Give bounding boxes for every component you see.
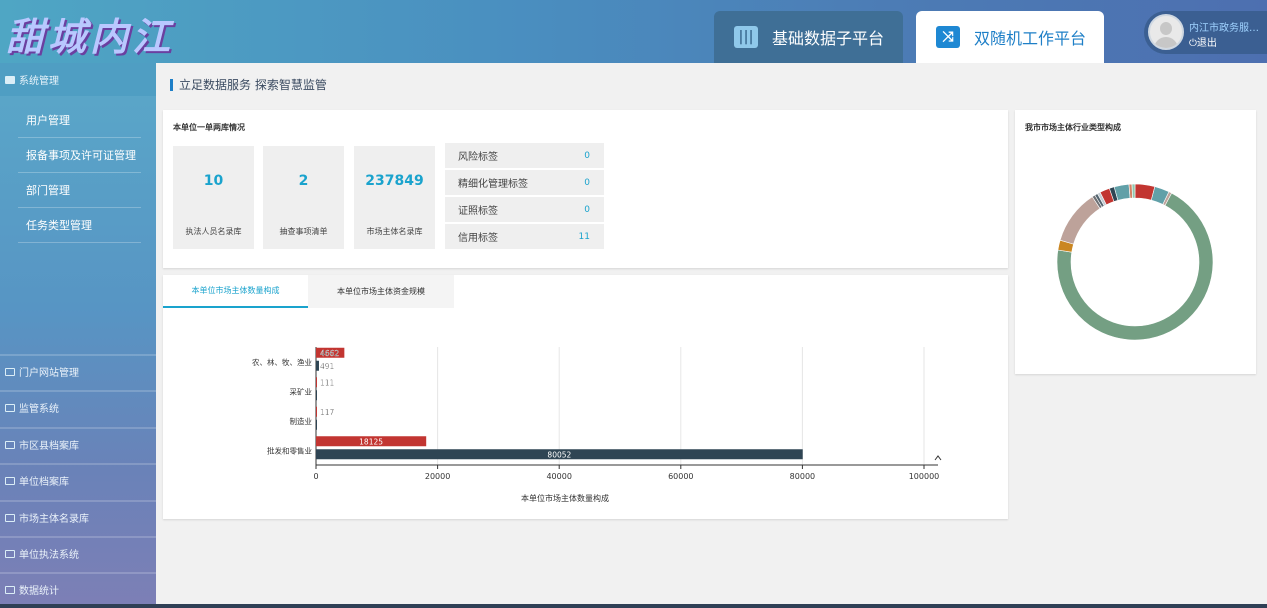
bar-label: 111 bbox=[320, 378, 335, 387]
stat-label: 抽查事项清单 bbox=[279, 227, 328, 236]
tag-name: 信用标签 bbox=[458, 233, 498, 244]
stat-card-inspection-items[interactable]: 2 抽查事项清单 bbox=[263, 146, 344, 249]
stat-value: 2 bbox=[298, 173, 309, 189]
sidebar-group-unit-archive[interactable]: 单位档案库 bbox=[0, 463, 156, 496]
bar bbox=[316, 377, 317, 388]
x-tick-label: 40000 bbox=[546, 472, 571, 481]
breadcrumb-marker bbox=[170, 78, 173, 91]
sidebar-item-departments[interactable]: 部门管理 bbox=[18, 173, 141, 208]
bar-label: 18125 bbox=[359, 437, 383, 446]
stat-card-market-entities[interactable]: 237849 市场主体名录库 bbox=[354, 146, 435, 249]
folder-open-icon bbox=[5, 75, 15, 84]
sidebar-group-supervision[interactable]: 监管系统 bbox=[0, 390, 156, 423]
folder-icon bbox=[5, 476, 15, 485]
bar-label: 4662 bbox=[320, 349, 339, 358]
bar bbox=[316, 360, 319, 371]
sidebar-item-permits[interactable]: 报备事项及许可证管理 bbox=[18, 138, 141, 173]
pie-slice bbox=[1059, 196, 1101, 245]
stat-card-enforcers[interactable]: 10 执法人员名录库 bbox=[173, 146, 254, 249]
folder-icon bbox=[5, 513, 15, 522]
sidebar-item-task-types[interactable]: 任务类型管理 bbox=[18, 208, 141, 243]
tag-row-risk[interactable]: 风险标签 0 bbox=[445, 143, 604, 168]
bar-label: 491 bbox=[320, 362, 335, 371]
stat-value: 10 bbox=[203, 173, 224, 189]
pie-slice bbox=[1131, 183, 1136, 199]
overview-title: 本单位一单两库情况 bbox=[173, 123, 245, 132]
overview-panel: 本单位一单两库情况 10 执法人员名录库 2 抽查事项清单 237849 市场主… bbox=[163, 110, 1008, 268]
x-tick-label: 100000 bbox=[909, 472, 940, 481]
tag-row-refined[interactable]: 精细化管理标签 0 bbox=[445, 170, 604, 195]
folder-icon bbox=[5, 367, 15, 376]
sidebar-group-market-registry[interactable]: 市场主体名录库 bbox=[0, 500, 156, 533]
y-category-label: 制造业 bbox=[290, 416, 313, 426]
tab-basic-data-platform[interactable]: ||| 基础数据子平台 bbox=[714, 11, 903, 63]
user-box: 内江市政务服务... ⏻退出 bbox=[1144, 11, 1267, 54]
x-tick-label: 20000 bbox=[425, 472, 450, 481]
logout-button[interactable]: ⏻退出 bbox=[1189, 34, 1217, 49]
y-category-label: 批发和零售业 bbox=[267, 445, 312, 455]
tag-value: 0 bbox=[584, 177, 590, 188]
bottom-bar bbox=[0, 604, 1267, 608]
axis-arrow bbox=[934, 455, 942, 461]
tab-double-random-platform[interactable]: ⤨ 双随机工作平台 bbox=[916, 11, 1104, 63]
breadcrumb: 立足数据服务 探索智慧监管 bbox=[170, 76, 327, 93]
y-category-label: 采矿业 bbox=[290, 386, 313, 396]
industry-pie-panel: 我市市场主体行业类型构成 bbox=[1015, 110, 1256, 374]
bar-chart-icon: ||| bbox=[734, 26, 758, 48]
stat-label: 执法人员名录库 bbox=[185, 227, 242, 236]
tab-label: 基础数据子平台 bbox=[772, 29, 885, 48]
tag-name: 证照标签 bbox=[458, 206, 498, 217]
y-category-label: 农、林、牧、渔业 bbox=[252, 357, 312, 367]
sidebar-group-system[interactable]: 系统管理 bbox=[0, 63, 156, 96]
folder-icon bbox=[5, 585, 15, 594]
tag-value: 0 bbox=[584, 150, 590, 161]
bar bbox=[316, 406, 317, 417]
bar bbox=[316, 419, 317, 430]
top-header: 甜城内江 ||| 基础数据子平台 ⤨ 双随机工作平台 内江市政务服务... ⏻退… bbox=[0, 0, 1267, 63]
stat-label: 市场主体名录库 bbox=[366, 227, 423, 236]
x-axis-title: 本单位市场主体数量构成 bbox=[521, 493, 609, 503]
user-name: 内江市政务服务... bbox=[1189, 23, 1263, 34]
tab-label: 双随机工作平台 bbox=[974, 29, 1087, 48]
sidebar-group-label: 系统管理 bbox=[19, 76, 59, 87]
site-logo: 甜城内江 bbox=[6, 14, 175, 59]
sidebar-item-users[interactable]: 用户管理 bbox=[18, 103, 141, 138]
folder-icon bbox=[5, 440, 15, 449]
tag-value: 11 bbox=[578, 231, 590, 242]
bar bbox=[316, 390, 317, 401]
folder-icon bbox=[5, 403, 15, 412]
tag-value: 0 bbox=[584, 204, 590, 215]
sidebar: 系统管理 用户管理 报备事项及许可证管理 部门管理 任务类型管理 门户网站管理 … bbox=[0, 63, 156, 608]
shuffle-icon: ⤨ bbox=[936, 26, 960, 48]
folder-icon bbox=[5, 549, 15, 558]
x-tick-label: 80000 bbox=[790, 472, 815, 481]
x-tick-label: 60000 bbox=[668, 472, 693, 481]
sidebar-group-statistics[interactable]: 数据统计 bbox=[0, 572, 156, 605]
bar-chart: 0 20000 40000 60000 80000 100000 农、林、牧、渔业 4662 4… bbox=[252, 347, 942, 503]
sidebar-group-enforcement[interactable]: 单位执法系统 bbox=[0, 536, 156, 569]
bar-label: 117 bbox=[320, 408, 335, 417]
tag-name: 风险标签 bbox=[458, 152, 498, 163]
tag-row-license[interactable]: 证照标签 0 bbox=[445, 197, 604, 222]
power-icon: ⏻ bbox=[1189, 38, 1197, 49]
x-tick-label: 0 bbox=[313, 472, 318, 481]
bar-label: 80052 bbox=[547, 450, 571, 459]
page-title: 立足数据服务 探索智慧监管 bbox=[179, 78, 327, 92]
sidebar-group-county-archive[interactable]: 市区县档案库 bbox=[0, 427, 156, 460]
tag-name: 精细化管理标签 bbox=[458, 179, 528, 190]
sidebar-group-portal[interactable]: 门户网站管理 bbox=[0, 354, 156, 387]
donut-chart bbox=[1056, 183, 1214, 341]
avatar[interactable] bbox=[1148, 14, 1184, 50]
entity-chart-panel: 本单位市场主体数量构成 本单位市场主体资金规模 0 20000 40000 60000… bbox=[163, 275, 1008, 519]
tag-row-credit[interactable]: 信用标签 11 bbox=[445, 224, 604, 249]
stat-value: 237849 bbox=[365, 173, 424, 189]
